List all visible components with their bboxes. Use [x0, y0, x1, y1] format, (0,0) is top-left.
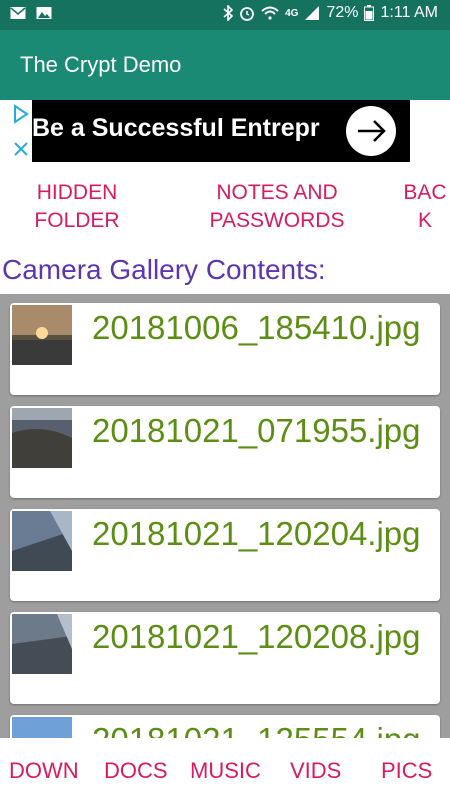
- file-name: 20181006_185410.jpg: [92, 309, 421, 346]
- thumbnail-image: [12, 408, 72, 468]
- status-left-icons: [10, 6, 52, 20]
- lte-icon: 4G: [285, 7, 299, 19]
- docs-button[interactable]: DOCS: [104, 758, 168, 784]
- thumbnail-image: [12, 511, 72, 571]
- down-button[interactable]: DOWN: [9, 758, 79, 784]
- file-item[interactable]: 20181021_120208.jpg: [10, 612, 440, 704]
- file-item[interactable]: 20181021_125554.jpg: [10, 715, 440, 738]
- top-nav: HIDDEN FOLDER NOTES AND PASSWORDS BACK: [0, 175, 450, 240]
- status-bar: 4G 72% 1:11 AM: [0, 0, 450, 30]
- file-item[interactable]: 20181021_071955.jpg: [10, 406, 440, 498]
- music-button[interactable]: MUSIC: [190, 758, 261, 784]
- app-bar: The Crypt Demo: [0, 30, 450, 100]
- battery-text: 72%: [326, 4, 359, 21]
- thumbnail-image: [12, 717, 72, 738]
- file-name: 20181021_120204.jpg: [92, 515, 421, 552]
- wifi-icon: [261, 6, 279, 20]
- ad-arrow-button[interactable]: [346, 106, 396, 156]
- ad-close-icon[interactable]: [10, 135, 32, 162]
- ad-text[interactable]: Be a Successful Entrepr: [32, 114, 342, 143]
- back-button[interactable]: BACK: [400, 179, 450, 235]
- battery-icon: [364, 5, 375, 21]
- arrow-right-icon: [358, 120, 386, 142]
- ad-badges[interactable]: [10, 100, 32, 162]
- bottom-nav: DOWN DOCS MUSIC VIDS PICS: [0, 740, 450, 800]
- file-name: 20181021_125554.jpg: [92, 719, 440, 738]
- pics-button[interactable]: PICS: [381, 758, 432, 784]
- ad-banner[interactable]: Be a Successful Entrepr: [10, 100, 410, 162]
- file-name: 20181021_120208.jpg: [92, 618, 421, 655]
- app-title: The Crypt Demo: [20, 52, 182, 77]
- alarm-icon: [240, 7, 255, 21]
- hidden-folder-button[interactable]: HIDDEN FOLDER: [28, 179, 126, 235]
- notes-passwords-button[interactable]: NOTES AND PASSWORDS: [203, 179, 351, 235]
- clock: 1:11 AM: [380, 4, 438, 21]
- thumbnail-image: [12, 305, 72, 365]
- image-icon: [36, 7, 52, 19]
- status-right-icons: 4G 72% 1:11 AM: [223, 4, 438, 22]
- file-item[interactable]: 20181021_120204.jpg: [10, 509, 440, 601]
- section-title: Camera Gallery Contents:: [2, 254, 326, 285]
- thumbnail-image: [12, 614, 72, 674]
- file-name: 20181021_071955.jpg: [92, 412, 421, 449]
- file-item[interactable]: 20181006_185410.jpg: [10, 303, 440, 395]
- vids-button[interactable]: VIDS: [290, 758, 341, 784]
- signal-icon: [305, 6, 320, 20]
- file-list[interactable]: 20181006_185410.jpg 20181021_071955.jpg …: [0, 294, 450, 738]
- mail-icon: [10, 7, 26, 19]
- bluetooth-icon: [223, 5, 234, 21]
- ad-choices-icon[interactable]: [10, 100, 32, 130]
